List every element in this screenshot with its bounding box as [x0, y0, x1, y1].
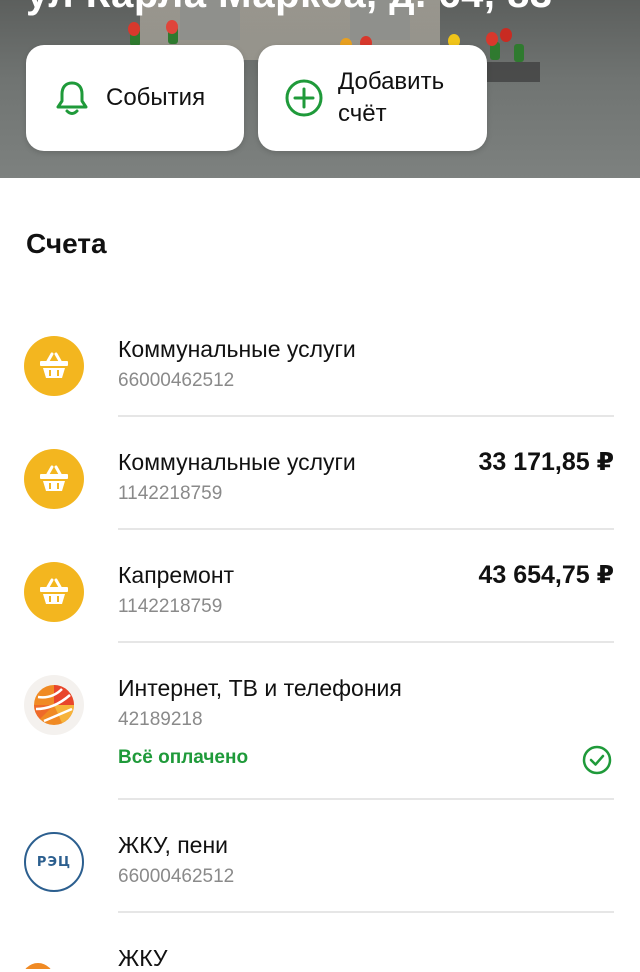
account-number: 1142218759 — [118, 483, 223, 504]
divider — [118, 911, 614, 913]
account-title: Интернет, ТВ и телефония — [118, 675, 402, 701]
account-title: ЖКУ — [118, 945, 168, 971]
list-item[interactable]: Капремонт 1142218759 43 654,75 ₽ — [0, 544, 640, 657]
add-account-label-line2: счёт — [338, 100, 387, 127]
account-amount: 43 654,75 ₽ — [478, 561, 614, 589]
flower-decoration — [500, 28, 512, 42]
events-label: События — [106, 84, 206, 111]
account-title: Коммунальные услуги — [118, 336, 356, 362]
section-title: Счета — [26, 228, 107, 259]
events-button[interactable]: События — [26, 45, 244, 151]
bell-icon — [52, 78, 92, 118]
list-item[interactable]: Коммунальные услуги 1142218759 33 171,85… — [0, 431, 640, 544]
flower-decoration — [514, 44, 524, 62]
rsc-logo-icon: РЭЦ — [24, 832, 84, 892]
account-number: 66000462512 — [118, 370, 235, 391]
add-account-label-line1: Добавить — [338, 68, 445, 95]
account-number: 66000462512 — [118, 866, 235, 887]
list-item[interactable]: Коммунальные услуги 66000462512 — [0, 318, 640, 431]
divider — [118, 415, 614, 417]
basket-icon — [24, 336, 84, 396]
list-item[interactable]: ЖКУ — [0, 927, 640, 971]
address-title: ул Карла Маркса, д. 64, 83 — [26, 0, 553, 17]
list-item[interactable]: РЭЦ ЖКУ, пени 66000462512 — [0, 814, 640, 927]
divider — [118, 798, 614, 800]
basket-icon — [24, 562, 84, 622]
basket-icon — [24, 449, 84, 509]
provider-logo-icon — [24, 949, 84, 969]
account-number: 1142218759 — [118, 596, 223, 617]
flower-decoration — [128, 22, 140, 36]
add-account-label: Добавить счёт — [338, 66, 444, 130]
provider-logo-icon — [24, 675, 84, 735]
account-title: Капремонт — [118, 562, 235, 588]
check-circle-icon — [582, 745, 612, 775]
account-amount: 33 171,85 ₽ — [478, 448, 614, 476]
list-item[interactable]: Интернет, ТВ и телефония 42189218 Всё оп… — [0, 657, 640, 814]
divider — [118, 528, 614, 530]
add-account-button[interactable]: Добавить счёт — [258, 45, 487, 151]
divider — [118, 641, 614, 643]
account-title: Коммунальные услуги — [118, 449, 356, 475]
header-photo: ул Карла Маркса, д. 64, 83 События Добав… — [0, 0, 640, 178]
account-number: 42189218 — [118, 709, 203, 730]
account-title: ЖКУ, пени — [118, 832, 229, 858]
flower-decoration — [166, 20, 178, 34]
plus-circle-icon — [284, 78, 324, 118]
rsc-logo-text: РЭЦ — [36, 854, 72, 870]
flower-decoration — [486, 32, 498, 46]
paid-status: Всё оплачено — [118, 747, 249, 768]
